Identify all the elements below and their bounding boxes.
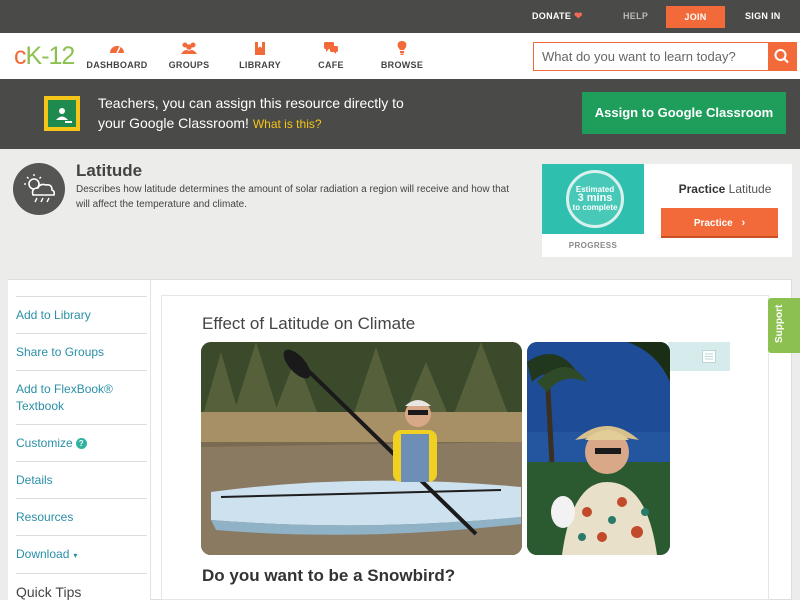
google-classroom-icon	[44, 96, 80, 131]
article-subheading: Do you want to be a Snowbird?	[202, 566, 456, 585]
logo-c: c	[14, 42, 26, 70]
sign-in-link[interactable]: SIGN IN	[745, 0, 781, 33]
donate-label: DONATE	[532, 11, 572, 21]
main-nav: cK-12 DASHBOARD GROUPS LIBRARY CAFE BROW…	[0, 33, 800, 79]
heart-icon: ❤	[574, 11, 583, 22]
dashboard-icon	[110, 46, 124, 54]
search-button[interactable]	[768, 43, 796, 70]
support-label: Support	[774, 304, 785, 343]
estimated-time: Estimated 3 mins to complete	[566, 185, 624, 212]
nav-groups[interactable]: GROUPS	[154, 39, 224, 70]
chevron-right-icon: ›	[741, 217, 746, 229]
sidebar-item-customize[interactable]: Customize?	[16, 424, 147, 461]
teacher-banner: Teachers, you can assign this resource d…	[0, 79, 800, 149]
progress-badge: Estimated 3 mins to complete	[542, 164, 644, 234]
nav-library-label: LIBRARY	[239, 60, 281, 70]
sidebar-item-download[interactable]: Download ▾	[16, 535, 147, 573]
notes-icon[interactable]	[702, 350, 716, 363]
join-button[interactable]: JOIN	[666, 6, 725, 28]
golfer-photo	[527, 342, 670, 555]
weather-icon	[13, 163, 65, 215]
ck12-logo[interactable]: cK-12	[14, 42, 76, 70]
sidebar-item-resources[interactable]: Resources	[16, 498, 147, 535]
nav-dashboard[interactable]: DASHBOARD	[82, 39, 152, 70]
top-utility-bar: DONATE ❤ HELP JOIN SIGN IN	[0, 0, 800, 33]
nav-browse-label: BROWSE	[380, 60, 424, 70]
search-input[interactable]	[534, 43, 768, 70]
sidebar-item-quick-tips[interactable]: Quick Tips	[16, 573, 147, 600]
search-icon	[774, 49, 789, 64]
article-toolbar	[668, 342, 730, 371]
nav-browse[interactable]: BROWSE	[367, 39, 437, 70]
article-title: Effect of Latitude on Climate	[202, 314, 416, 333]
practice-card: Estimated 3 mins to complete PROGRESS Pr…	[542, 164, 792, 257]
groups-icon	[181, 42, 197, 54]
search-box	[533, 42, 797, 71]
kayak-photo	[201, 342, 522, 555]
sidebar-item-share-to-groups[interactable]: Share to Groups	[16, 333, 147, 370]
practice-button-label: Practice	[693, 218, 733, 229]
download-label: Download	[16, 547, 70, 561]
nav-dashboard-label: DASHBOARD	[86, 60, 148, 70]
logo-dash: -	[41, 42, 49, 70]
logo-k: K	[25, 42, 43, 70]
help-link[interactable]: HELP	[623, 0, 648, 33]
cafe-icon	[324, 42, 338, 54]
logo-number: 12	[48, 42, 76, 70]
sidebar-item-details[interactable]: Details	[16, 461, 147, 498]
browse-icon	[397, 41, 407, 55]
donate-link[interactable]: DONATE ❤	[532, 0, 583, 33]
flexbook-label-line-1: Add to FlexBook®	[16, 382, 113, 396]
what-is-this-link[interactable]: What is this?	[253, 117, 322, 131]
banner-line-2: your Google Classroom!	[98, 115, 249, 131]
practice-title-bold: Practice	[678, 182, 726, 196]
concept-title: Latitude	[76, 161, 143, 180]
sidebar-item-add-to-library[interactable]: Add to Library	[16, 296, 147, 333]
estimated-complete: to complete	[572, 203, 618, 212]
practice-title-topic: Latitude	[728, 182, 772, 196]
nav-cafe-label: CAFE	[318, 60, 344, 70]
sidebar-item-add-to-flexbook[interactable]: Add to FlexBook® Textbook	[16, 370, 147, 424]
sidebar: Add to Library Share to Groups Add to Fl…	[8, 280, 151, 600]
banner-message: Teachers, you can assign this resource d…	[98, 93, 538, 134]
library-icon	[255, 42, 265, 55]
flexbook-label-line-2: Textbook	[16, 399, 65, 413]
concept-description: Describes how latitude determines the am…	[76, 184, 510, 210]
nav-library[interactable]: LIBRARY	[225, 39, 295, 70]
customize-label: Customize	[16, 436, 73, 450]
nav-groups-label: GROUPS	[168, 60, 210, 70]
chevron-down-icon: ▾	[73, 551, 78, 560]
help-icon[interactable]: ?	[75, 438, 87, 449]
practice-button[interactable]: Practice ›	[661, 208, 778, 238]
nav-cafe[interactable]: CAFE	[296, 39, 366, 70]
banner-line-1: Teachers, you can assign this resource d…	[98, 95, 404, 111]
sidebar-menu: Add to Library Share to Groups Add to Fl…	[16, 296, 147, 600]
progress-label: PROGRESS	[568, 241, 618, 250]
practice-title: Practice Latitude	[660, 182, 790, 196]
assign-google-classroom-button[interactable]: Assign to Google Classroom	[582, 92, 786, 134]
support-tab[interactable]: Support	[768, 298, 800, 353]
